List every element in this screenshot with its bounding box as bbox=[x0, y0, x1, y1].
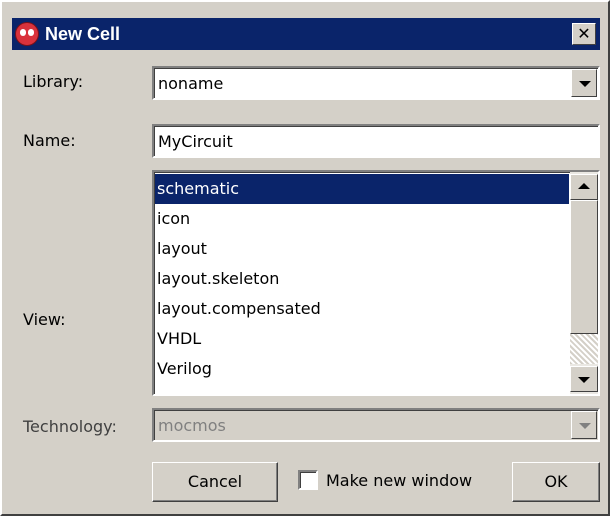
name-input[interactable]: MyCircuit bbox=[152, 124, 600, 158]
view-item-layout[interactable]: layout bbox=[155, 234, 569, 264]
view-item-schematic[interactable]: schematic bbox=[155, 174, 569, 204]
scroll-up-button[interactable] bbox=[570, 174, 598, 200]
library-select[interactable]: noname bbox=[152, 66, 600, 100]
electric-app-icon bbox=[15, 22, 39, 46]
scroll-down-button[interactable] bbox=[570, 366, 598, 392]
make-new-window-option[interactable]: Make new window bbox=[298, 470, 472, 490]
view-item-layout-skeleton[interactable]: layout.skeleton bbox=[155, 264, 569, 294]
ok-button[interactable]: OK bbox=[512, 462, 600, 502]
library-label: Library: bbox=[23, 72, 84, 91]
name-label: Name: bbox=[23, 131, 76, 150]
view-label: View: bbox=[23, 310, 66, 329]
scrollbar-track[interactable] bbox=[570, 334, 598, 364]
cancel-button[interactable]: Cancel bbox=[152, 462, 278, 502]
technology-dropdown-button[interactable] bbox=[571, 411, 597, 439]
view-item-vhdl[interactable]: VHDL bbox=[155, 324, 569, 354]
library-dropdown-button[interactable] bbox=[571, 69, 597, 97]
technology-label: Technology: bbox=[23, 417, 117, 436]
name-value: MyCircuit bbox=[158, 132, 233, 151]
scrollbar-thumb[interactable] bbox=[570, 200, 598, 334]
make-new-window-label: Make new window bbox=[326, 470, 473, 490]
technology-select[interactable]: mocmos bbox=[152, 408, 600, 442]
title-bar[interactable]: New Cell ✕ bbox=[12, 18, 600, 50]
technology-value: mocmos bbox=[158, 416, 226, 435]
make-new-window-checkbox[interactable] bbox=[298, 470, 318, 490]
view-listbox[interactable]: schematic icon layout layout.skeleton la… bbox=[152, 170, 600, 396]
close-icon: ✕ bbox=[577, 24, 591, 43]
view-item-icon[interactable]: icon bbox=[155, 204, 569, 234]
chevron-down-icon bbox=[579, 423, 591, 429]
close-button[interactable]: ✕ bbox=[572, 23, 596, 45]
chevron-down-icon bbox=[579, 81, 591, 87]
library-value: noname bbox=[158, 74, 224, 93]
view-item-layout-compensated[interactable]: layout.compensated bbox=[155, 294, 569, 324]
view-item-verilog[interactable]: Verilog bbox=[155, 354, 569, 384]
view-scrollbar[interactable] bbox=[570, 172, 598, 394]
scroll-up-icon bbox=[578, 183, 590, 189]
scroll-down-icon bbox=[578, 377, 590, 383]
dialog-title: New Cell bbox=[45, 23, 121, 44]
new-cell-dialog: New Cell ✕ Library: noname Name: MyCircu… bbox=[0, 0, 610, 516]
